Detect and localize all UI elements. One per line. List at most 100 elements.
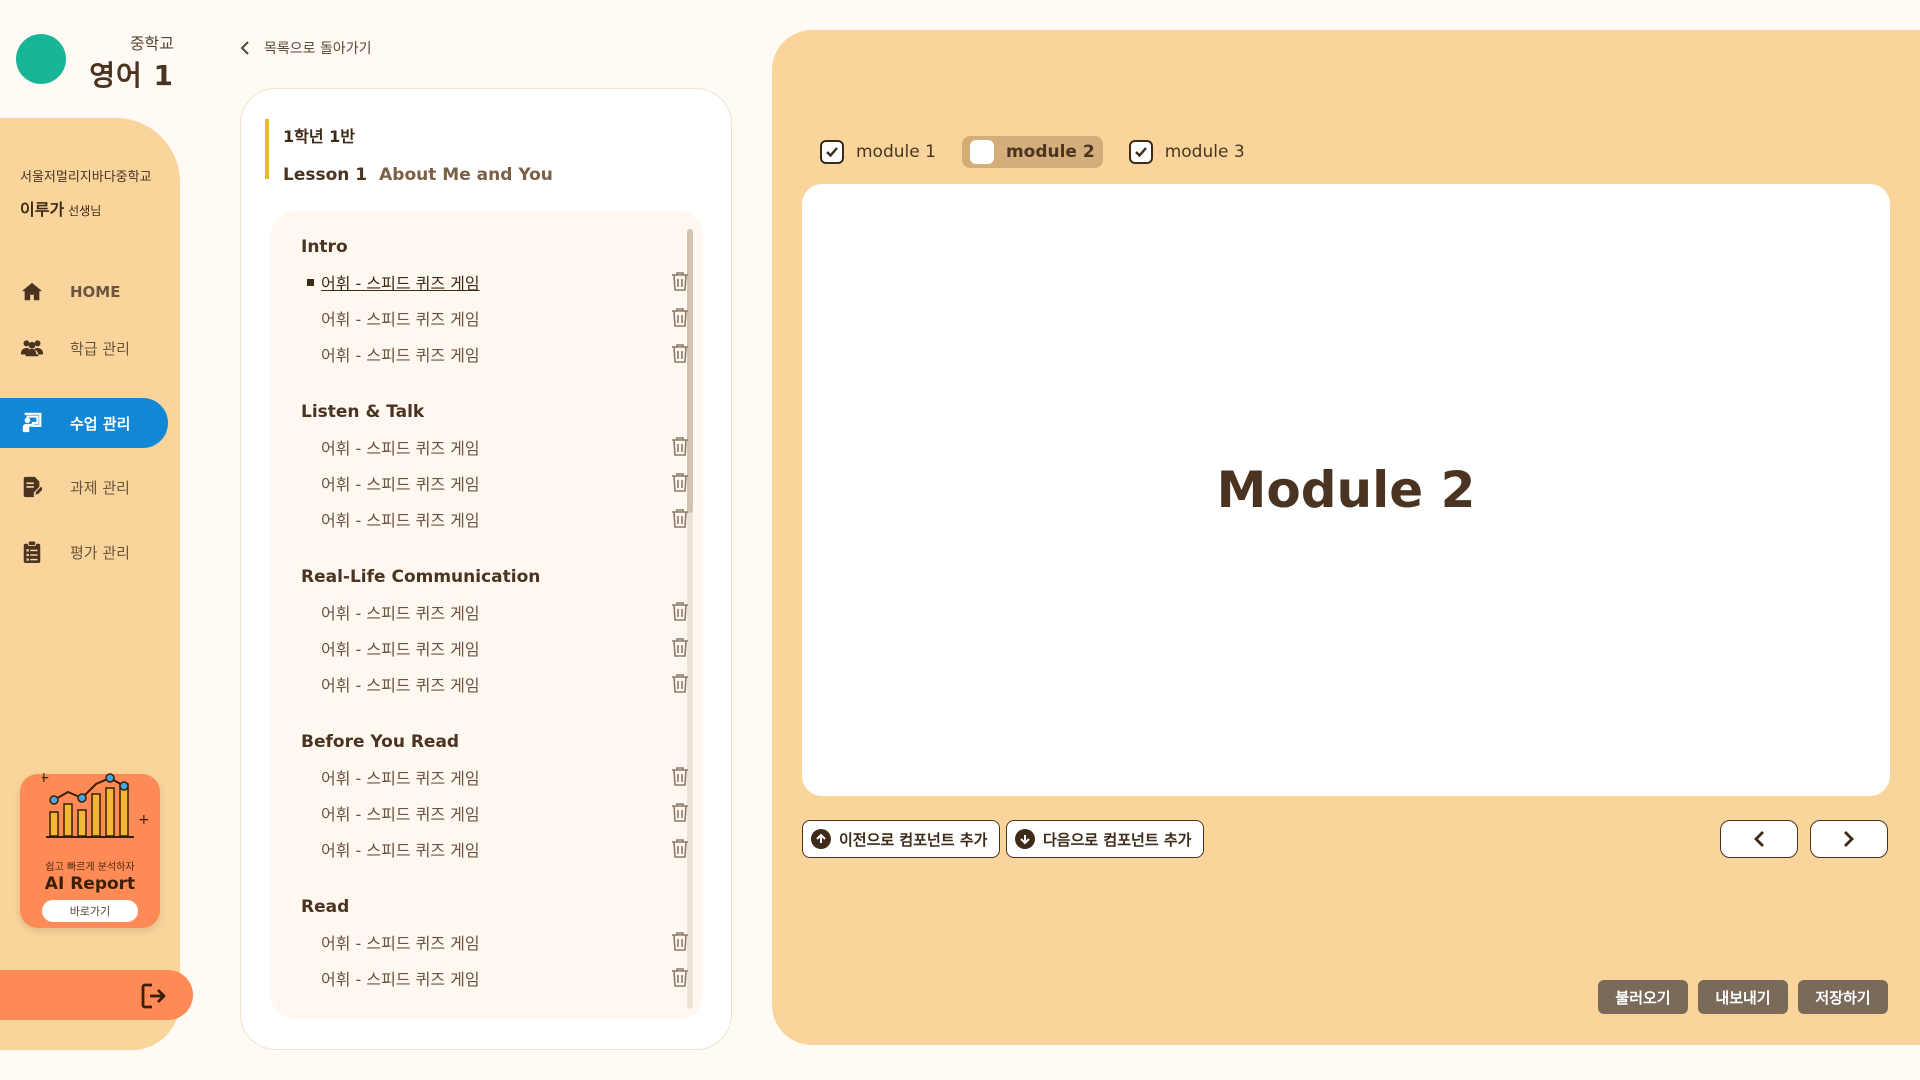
- list-item-label: 어휘 - 스피드 퀴즈 게임: [321, 640, 480, 659]
- chalkboard-teacher-icon: [20, 411, 44, 435]
- list-item[interactable]: 어휘 - 스피드 퀴즈 게임: [321, 340, 691, 368]
- sidebar-item-label: 평가 관리: [70, 543, 130, 562]
- trash-icon[interactable]: [671, 343, 691, 365]
- ai-report-go-button[interactable]: 바로가기: [42, 900, 138, 922]
- activity-list: Intro 어휘 - 스피드 퀴즈 게임 어휘 - 스피드 퀴즈 게임 어휘 - 스피…: [271, 211, 703, 1019]
- lesson-title: About Me and You: [379, 165, 553, 185]
- ai-report-title: AI Report: [44, 874, 136, 894]
- edit-document-icon: [20, 475, 44, 499]
- list-item[interactable]: 어휘 - 스피드 퀴즈 게임: [321, 763, 691, 791]
- add-component-before-button[interactable]: 이전으로 컴포넌트 추가: [802, 820, 1001, 858]
- trash-icon[interactable]: [671, 673, 691, 695]
- back-to-list-label: 목록으로 돌아가기: [264, 41, 372, 57]
- add-component-before-label: 이전으로 컴포넌트 추가: [839, 830, 988, 849]
- list-item[interactable]: 어휘 - 스피드 퀴즈 게임: [321, 964, 691, 992]
- list-item-label: 어휘 - 스피드 퀴즈 게임: [321, 604, 480, 623]
- sidebar: 서울저멀리지바다중학교 이루가 선생님 HOME 학급 관리 수업 관리 과제 관…: [0, 118, 180, 1050]
- tab-module-2[interactable]: module 2: [961, 136, 1103, 168]
- tab-label: module 1: [856, 142, 936, 162]
- trash-icon[interactable]: [671, 508, 691, 530]
- list-item-label: 어휘 - 스피드 퀴즈 게임: [321, 511, 480, 530]
- logout-icon[interactable]: [140, 982, 168, 1014]
- list-item[interactable]: 어휘 - 스피드 퀴즈 게임: [307, 268, 691, 296]
- list-item[interactable]: 어휘 - 스피드 퀴즈 게임: [321, 433, 691, 461]
- list-item-label: 어휘 - 스피드 퀴즈 게임: [321, 970, 480, 989]
- list-item[interactable]: 어휘 - 스피드 퀴즈 게임: [321, 634, 691, 662]
- list-item-label: 어휘 - 스피드 퀴즈 게임: [321, 439, 480, 458]
- section-title: Real-Life Communication: [301, 567, 541, 587]
- tab-label: module 3: [1164, 142, 1245, 162]
- ai-report-card[interactable]: + + 쉽고 빠르게 분석하자 AI Report 바로가기: [20, 770, 160, 928]
- sidebar-item-lesson-management[interactable]: 수업 관리: [0, 398, 168, 448]
- trash-icon[interactable]: [671, 967, 691, 989]
- next-button[interactable]: [1810, 820, 1888, 858]
- section-title: Before You Read: [301, 732, 460, 752]
- section-title: Read: [301, 897, 350, 917]
- teacher-suffix: 선생님: [68, 204, 102, 218]
- trash-icon[interactable]: [671, 472, 691, 494]
- trash-icon[interactable]: [671, 838, 691, 860]
- users-icon: [20, 336, 44, 360]
- add-component-after-button[interactable]: 다음으로 컴포넌트 추가: [1006, 820, 1205, 858]
- lesson-number: Lesson 1: [283, 165, 368, 185]
- module-tabs: module 1 module 2 module 3: [812, 136, 1271, 168]
- arrow-down-circle-icon: [1015, 829, 1035, 849]
- trash-icon[interactable]: [671, 271, 691, 293]
- export-button[interactable]: 내보내기: [1698, 980, 1788, 1014]
- list-item[interactable]: 어휘 - 스피드 퀴즈 게임: [321, 505, 691, 533]
- home-icon: [20, 280, 44, 304]
- list-item[interactable]: 어휘 - 스피드 퀴즈 게임: [321, 598, 691, 626]
- trash-icon[interactable]: [671, 307, 691, 329]
- sidebar-item-evaluation-management[interactable]: 평가 관리: [0, 527, 168, 577]
- list-item[interactable]: 어휘 - 스피드 퀴즈 게임: [321, 304, 691, 332]
- load-button[interactable]: 불러오기: [1598, 980, 1688, 1014]
- trash-icon[interactable]: [671, 637, 691, 659]
- trash-icon[interactable]: [671, 766, 691, 788]
- list-item-label: 어휘 - 스피드 퀴즈 게임: [321, 274, 480, 293]
- tab-label: module 2: [1005, 142, 1095, 162]
- teacher-name: 이루가 선생님: [20, 196, 101, 220]
- module-editor: module 1 module 2 module 3 Module 2 이전으로…: [772, 30, 1920, 1045]
- logout-bar[interactable]: [0, 970, 193, 1020]
- sidebar-item-label: 학급 관리: [70, 339, 130, 358]
- teacher-name-text: 이루가: [20, 200, 65, 219]
- trash-icon[interactable]: [671, 601, 691, 623]
- list-item-label: 어휘 - 스피드 퀴즈 게임: [321, 310, 480, 329]
- back-to-list-link[interactable]: 목록으로 돌아가기: [240, 38, 372, 58]
- previous-button[interactable]: [1720, 820, 1798, 858]
- list-item-label: 어휘 - 스피드 퀴즈 게임: [321, 841, 480, 860]
- save-button[interactable]: 저장하기: [1798, 980, 1888, 1014]
- sidebar-item-label: 과제 관리: [70, 478, 130, 497]
- list-item[interactable]: 어휘 - 스피드 퀴즈 게임: [321, 835, 691, 863]
- trash-icon[interactable]: [671, 436, 691, 458]
- svg-text:+: +: [138, 812, 150, 828]
- add-component-after-label: 다음으로 컴포넌트 추가: [1043, 830, 1192, 849]
- checkbox[interactable]: [969, 140, 994, 164]
- trash-icon[interactable]: [671, 802, 691, 824]
- list-item[interactable]: 어휘 - 스피드 퀴즈 게임: [321, 799, 691, 827]
- section-title: Intro: [301, 237, 348, 257]
- trash-icon[interactable]: [671, 931, 691, 953]
- list-item-label: 어휘 - 스피드 퀴즈 게임: [321, 475, 480, 494]
- module-canvas[interactable]: Module 2: [802, 184, 1890, 796]
- sidebar-item-assignment-management[interactable]: 과제 관리: [0, 462, 168, 512]
- list-item-label: 어휘 - 스피드 퀴즈 게임: [321, 805, 480, 824]
- list-item[interactable]: 어휘 - 스피드 퀴즈 게임: [321, 469, 691, 497]
- list-item-label: 어휘 - 스피드 퀴즈 게임: [321, 934, 480, 953]
- sidebar-item-label: 수업 관리: [70, 414, 131, 433]
- tab-module-3[interactable]: module 3: [1121, 136, 1253, 168]
- checkbox[interactable]: [1128, 140, 1153, 164]
- sidebar-item-class-management[interactable]: 학급 관리: [0, 323, 168, 373]
- school-level: 중학교: [129, 34, 174, 53]
- sidebar-item-home[interactable]: HOME: [0, 267, 168, 317]
- tab-module-1[interactable]: module 1: [812, 136, 944, 168]
- list-item[interactable]: 어휘 - 스피드 퀴즈 게임: [321, 670, 691, 698]
- logo: [16, 34, 66, 84]
- module-canvas-title: Module 2: [1216, 461, 1476, 519]
- list-item[interactable]: 어휘 - 스피드 퀴즈 게임: [321, 928, 691, 956]
- ai-report-tagline: 쉽고 빠르게 분석하자: [45, 862, 135, 873]
- class-name: 1학년 1반: [283, 127, 355, 146]
- checkbox[interactable]: [820, 140, 844, 164]
- selected-bullet: [307, 279, 314, 286]
- arrow-up-circle-icon: [811, 829, 831, 849]
